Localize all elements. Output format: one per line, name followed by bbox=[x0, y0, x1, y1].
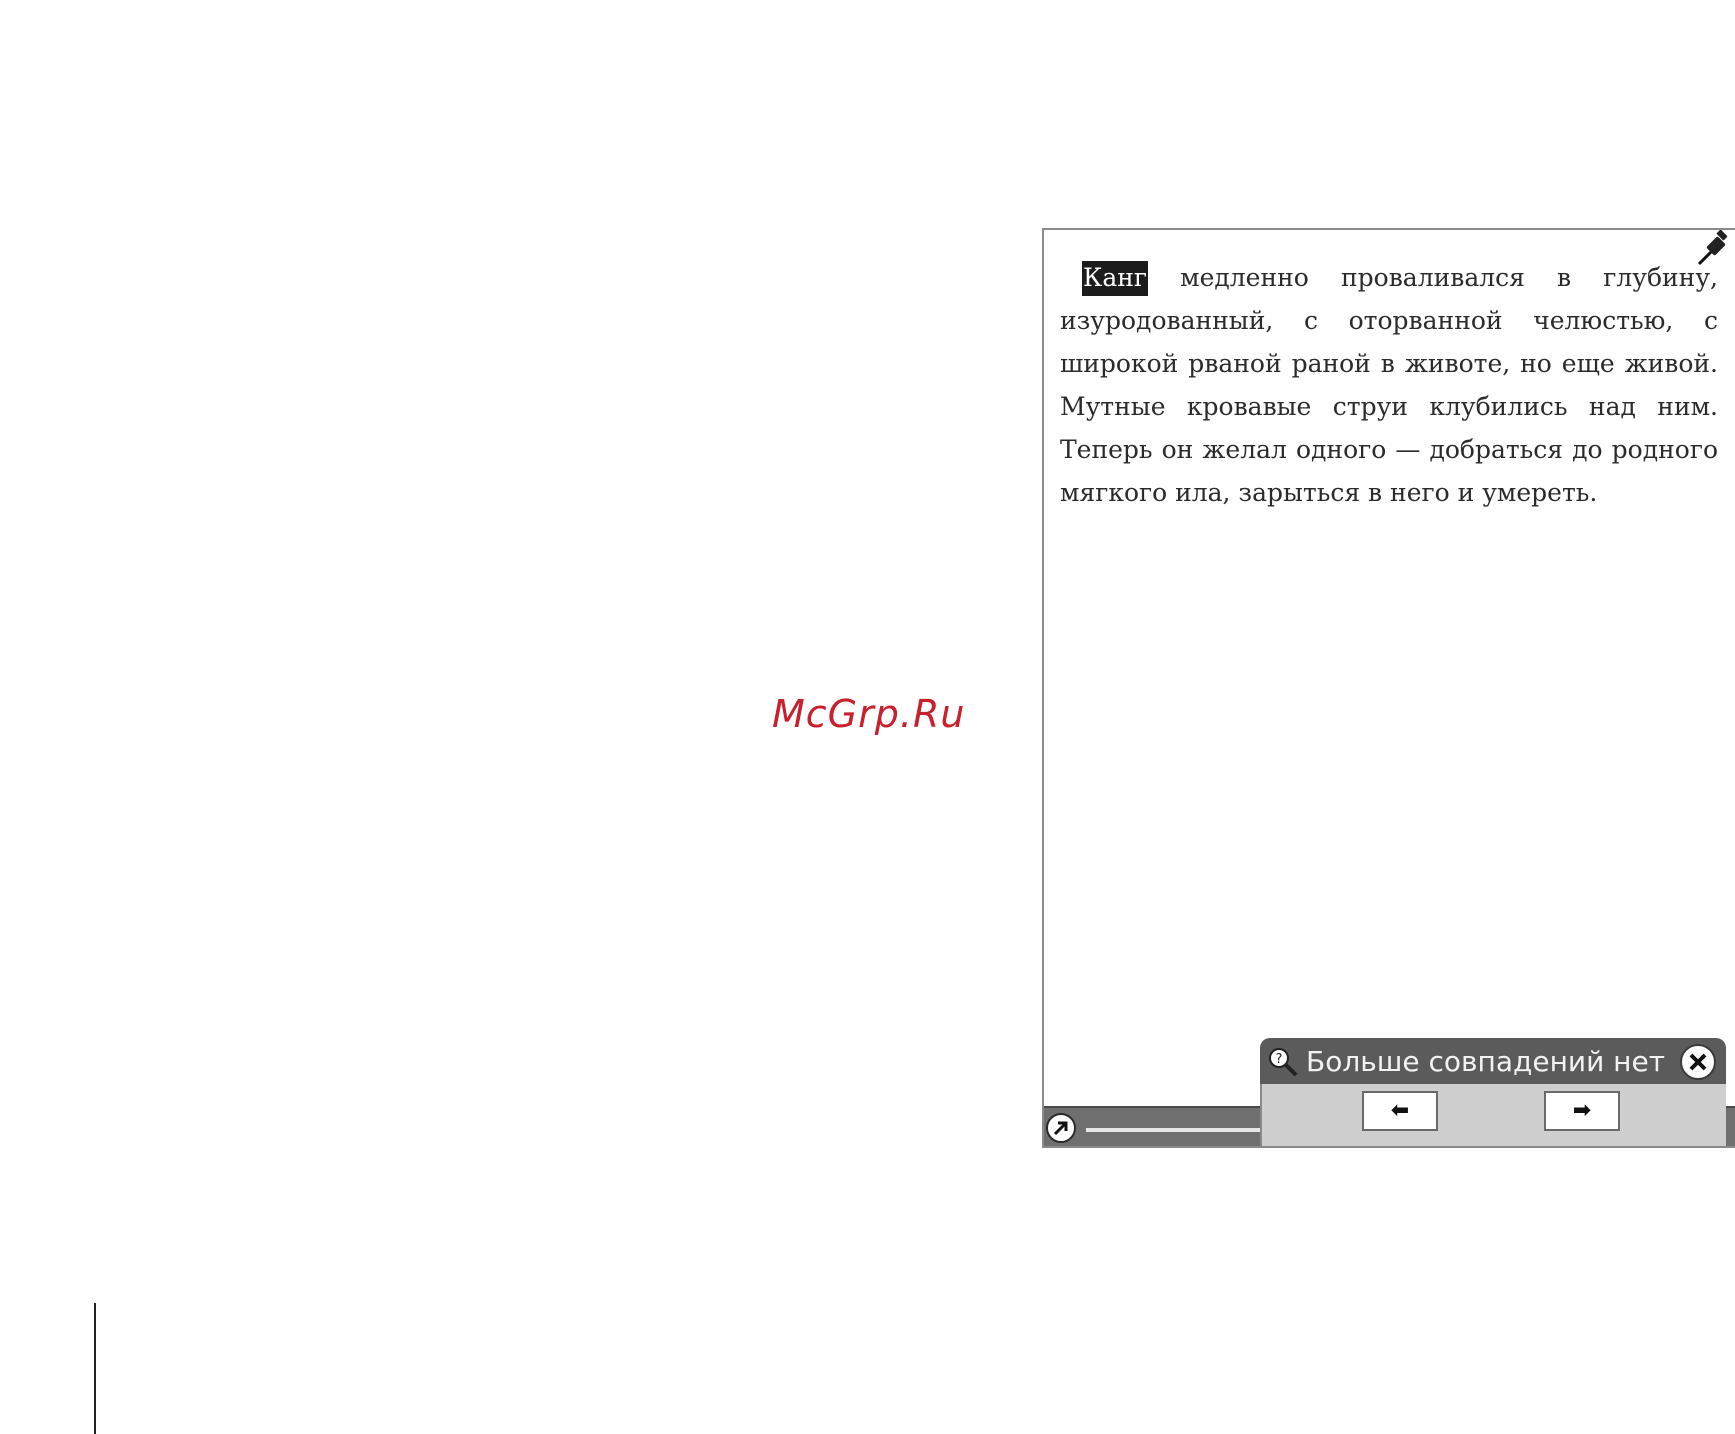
svg-text:?: ? bbox=[1276, 1052, 1283, 1067]
reading-text: Канг медленно проваливался в глубину, из… bbox=[1060, 256, 1718, 514]
paragraph-text: медленно проваливался в глубину, изуродо… bbox=[1060, 263, 1718, 507]
page-margin-rule bbox=[94, 1303, 96, 1434]
search-highlight: Канг bbox=[1082, 261, 1149, 296]
go-to-icon[interactable] bbox=[1046, 1113, 1076, 1143]
search-status-message: Больше совпадений нет bbox=[1306, 1045, 1666, 1078]
next-match-button[interactable]: ➡ bbox=[1544, 1091, 1620, 1131]
search-panel-header: ? Больше совпадений нет bbox=[1260, 1038, 1726, 1084]
ebook-reader-screen: Канг медленно проваливался в глубину, из… bbox=[1042, 228, 1735, 1148]
close-icon[interactable] bbox=[1680, 1044, 1716, 1080]
previous-match-button[interactable]: ⬅ bbox=[1362, 1091, 1438, 1131]
reading-progress-bar bbox=[1086, 1128, 1286, 1132]
watermark: McGrp.Ru bbox=[772, 692, 966, 736]
search-panel-body: ⬅ ➡ bbox=[1260, 1084, 1726, 1146]
search-panel: ? Больше совпадений нет ⬅ ➡ bbox=[1260, 1038, 1728, 1146]
magnifier-icon: ? bbox=[1266, 1045, 1300, 1079]
